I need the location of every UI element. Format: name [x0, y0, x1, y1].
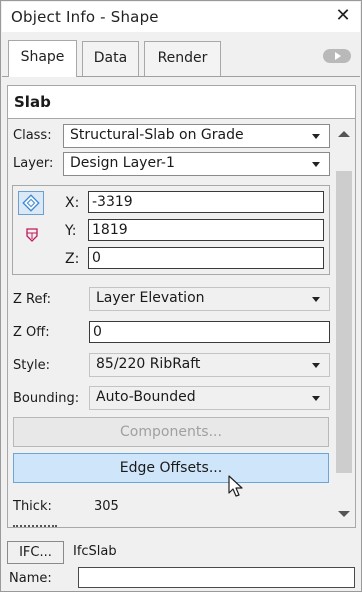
- bounding-dropdown[interactable]: Auto-Bounded: [89, 386, 330, 410]
- ifc-row: IFC... IfcSlab: [7, 541, 356, 565]
- class-dropdown[interactable]: Structural-Slab on Grade: [63, 124, 330, 148]
- z-input[interactable]: 0: [88, 247, 324, 269]
- next-row-fragment: [13, 522, 57, 527]
- window-title: Object Info - Shape: [11, 8, 159, 26]
- chevron-down-icon: [312, 297, 320, 302]
- scroll-down-icon[interactable]: [338, 511, 350, 517]
- object-type-header: Slab: [7, 85, 356, 119]
- thick-value: 305: [94, 499, 119, 514]
- scroll-up-icon[interactable]: [338, 131, 350, 137]
- chevron-down-icon: [312, 162, 320, 167]
- chevron-down-icon: [312, 134, 320, 139]
- name-label: Name:: [9, 571, 52, 586]
- zoff-input[interactable]: 0: [89, 321, 330, 343]
- chevron-down-icon: [312, 396, 320, 401]
- close-icon[interactable]: ✕: [334, 6, 352, 26]
- class-value: Structural-Slab on Grade: [70, 127, 244, 143]
- zref-value: Layer Elevation: [96, 290, 205, 306]
- style-dropdown[interactable]: 85/220 RibRaft: [89, 353, 330, 377]
- tab-render[interactable]: Render: [144, 41, 221, 76]
- wall-insertion-icon[interactable]: [24, 227, 40, 243]
- y-label: Y:: [65, 223, 77, 239]
- components-button[interactable]: Components...: [13, 417, 329, 447]
- shape-fields-panel: Class: Structural-Slab on Grade Layer: D…: [7, 118, 356, 528]
- bounding-value: Auto-Bounded: [96, 389, 196, 405]
- style-value: 85/220 RibRaft: [96, 356, 201, 372]
- layer-dropdown[interactable]: Design Layer-1: [63, 152, 330, 176]
- edge-offsets-button[interactable]: Edge Offsets...: [13, 453, 329, 483]
- name-input[interactable]: [78, 567, 355, 588]
- zref-label: Z Ref:: [13, 292, 51, 307]
- zref-dropdown[interactable]: Layer Elevation: [89, 287, 330, 311]
- y-input[interactable]: 1819: [88, 219, 324, 241]
- coordinates-group: X: -3319 Y: 1819 Z: 0: [12, 185, 330, 275]
- object-type-label: Slab: [14, 93, 51, 111]
- ifc-button[interactable]: IFC...: [7, 541, 64, 564]
- x-label: X:: [65, 195, 80, 211]
- tab-data[interactable]: Data: [82, 41, 139, 76]
- title-bar[interactable]: Object Info - Shape ✕: [2, 2, 360, 32]
- object-info-palette: Object Info - Shape ✕ Shape Data Render …: [0, 0, 362, 592]
- tab-bar: Shape Data Render: [2, 32, 360, 77]
- layer-label: Layer:: [13, 156, 54, 171]
- class-label: Class:: [13, 128, 52, 143]
- scroll-thumb[interactable]: [336, 171, 352, 473]
- x-input[interactable]: -3319: [88, 191, 324, 213]
- chevron-down-icon: [312, 363, 320, 368]
- tab-shape[interactable]: Shape: [8, 40, 77, 77]
- thick-label: Thick:: [13, 499, 52, 514]
- style-label: Style:: [13, 358, 51, 373]
- tab-scroll-arrow-icon[interactable]: [323, 49, 351, 63]
- ifc-entity: IfcSlab: [73, 544, 117, 559]
- center-point-icon[interactable]: [18, 191, 44, 215]
- z-label: Z:: [65, 251, 80, 267]
- mouse-cursor-icon: [228, 475, 246, 503]
- layer-value: Design Layer-1: [70, 155, 175, 171]
- zoff-label: Z Off:: [13, 325, 50, 340]
- bounding-label: Bounding:: [13, 391, 80, 406]
- vertical-scrollbar[interactable]: [333, 119, 355, 527]
